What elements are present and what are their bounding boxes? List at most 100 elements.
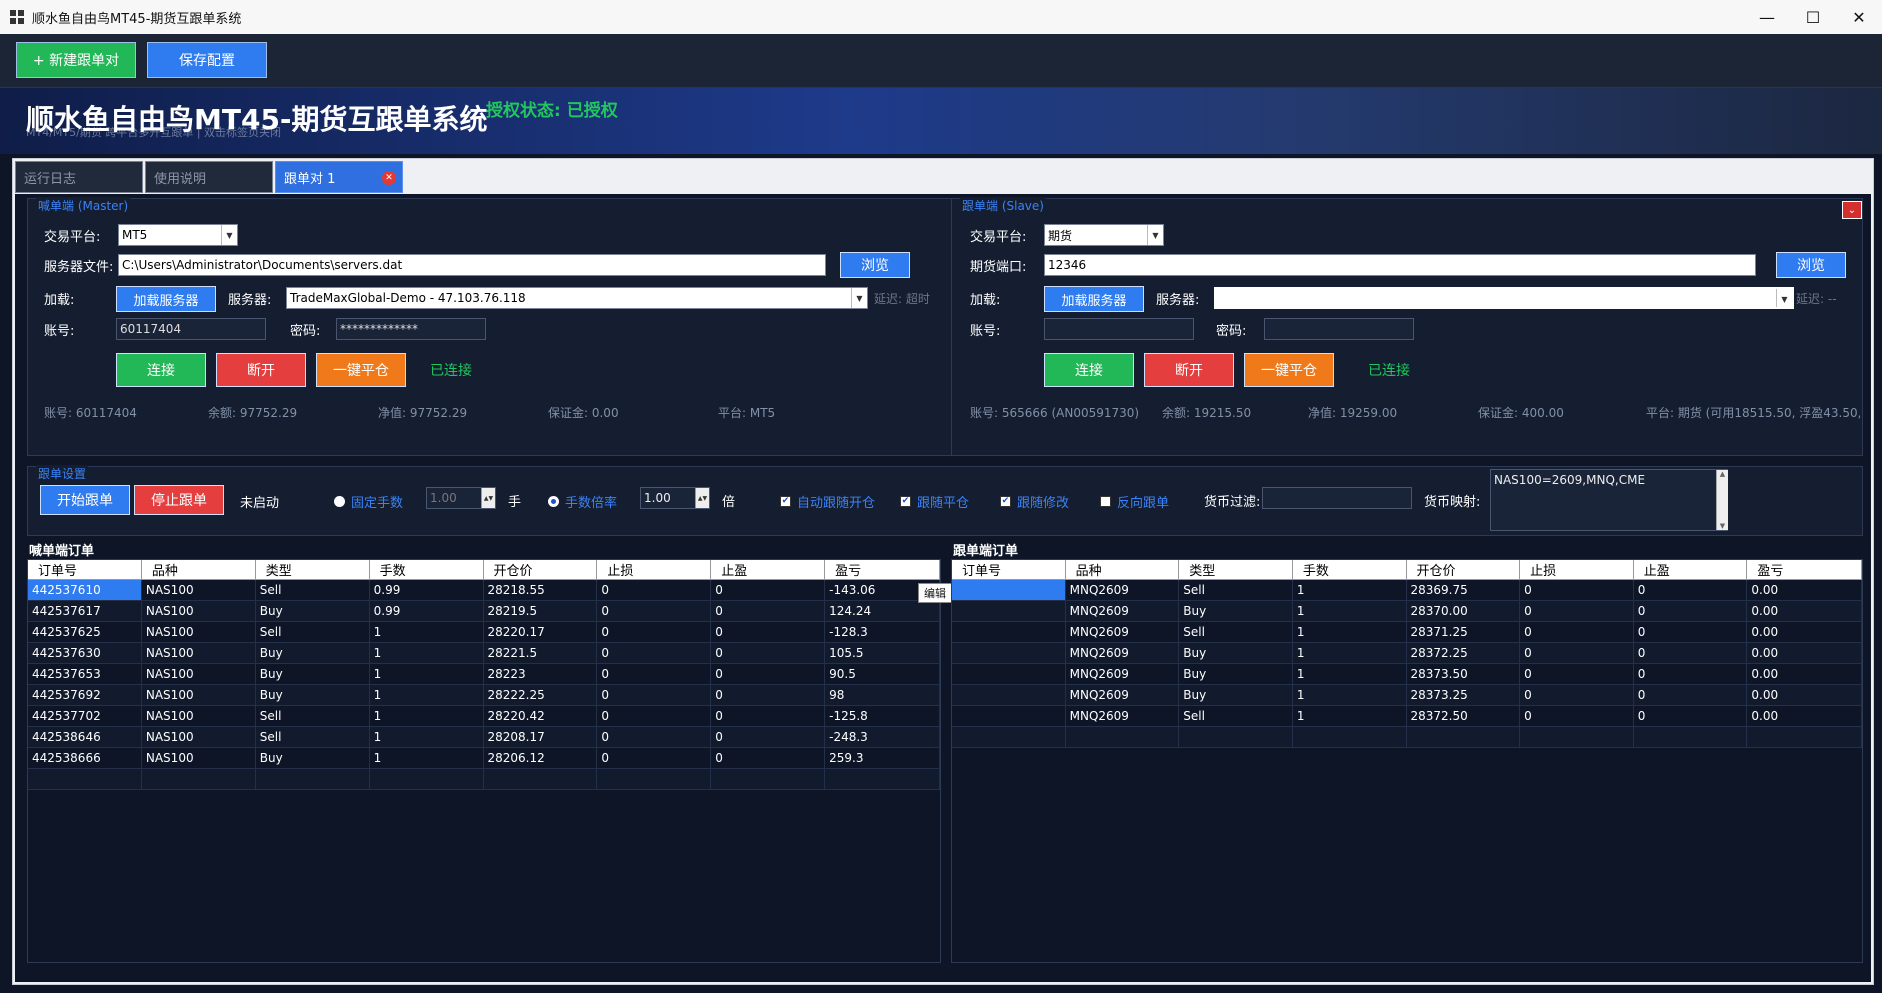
slave-account-input[interactable] <box>1044 318 1194 340</box>
table-cell[interactable] <box>952 601 1066 621</box>
table-cell[interactable]: 0 <box>1520 622 1634 642</box>
table-cell[interactable]: 1 <box>1293 685 1407 705</box>
table-cell[interactable] <box>370 769 484 789</box>
col-lots[interactable]: 手数 <box>1293 560 1407 579</box>
currency-map-textarea[interactable]: NAS100=2609,MNQ,CME <box>1490 469 1728 531</box>
stop-copy-button[interactable]: 停止跟单 <box>134 485 224 515</box>
table-cell[interactable]: Buy <box>256 601 370 621</box>
table-cell[interactable]: MNQ2609 <box>1066 643 1180 663</box>
table-cell[interactable]: 124.24 <box>825 601 940 621</box>
table-cell[interactable]: 1 <box>370 727 484 747</box>
table-cell[interactable] <box>1747 727 1862 747</box>
master-close-all-button[interactable]: 一键平仓 <box>316 353 406 387</box>
table-cell[interactable]: 0 <box>711 580 826 600</box>
table-cell[interactable]: NAS100 <box>142 685 256 705</box>
table-cell[interactable]: 0 <box>597 664 712 684</box>
table-row[interactable]: 442537653 NAS100 Buy 1 28223 0 0 90.5 <box>28 664 940 685</box>
table-cell[interactable]: 0 <box>1634 685 1748 705</box>
table-cell[interactable]: 442537610 <box>28 580 142 600</box>
slave-connect-button[interactable]: 连接 <box>1044 353 1134 387</box>
table-cell[interactable]: Buy <box>1179 664 1293 684</box>
table-row[interactable]: MNQ2609 Buy 1 28370.00 0 0 0.00 <box>952 601 1862 622</box>
multiplier-stepper[interactable]: 1.00 ▲▼ <box>640 487 710 509</box>
table-cell[interactable] <box>711 769 826 789</box>
table-cell[interactable]: 1 <box>370 706 484 726</box>
table-cell[interactable] <box>1179 727 1293 747</box>
master-platform-select[interactable]: MT5 ▼ <box>118 224 238 246</box>
table-cell[interactable]: Sell <box>256 706 370 726</box>
table-row[interactable] <box>28 769 940 790</box>
table-cell[interactable] <box>952 580 1066 600</box>
table-cell[interactable]: 0.00 <box>1747 580 1862 600</box>
table-cell[interactable]: 28369.75 <box>1407 580 1521 600</box>
master-disconnect-button[interactable]: 断开 <box>216 353 306 387</box>
table-cell[interactable] <box>142 769 256 789</box>
table-cell[interactable]: 28219.5 <box>484 601 598 621</box>
col-take-profit[interactable]: 止盈 <box>1634 560 1748 579</box>
table-cell[interactable]: 442538646 <box>28 727 142 747</box>
multiplier-radio[interactable]: 手数倍率 <box>548 492 617 511</box>
table-cell[interactable]: NAS100 <box>142 601 256 621</box>
col-open-price[interactable]: 开仓价 <box>1407 560 1521 579</box>
table-cell[interactable]: Buy <box>1179 643 1293 663</box>
table-cell[interactable]: 0 <box>1634 664 1748 684</box>
table-cell[interactable]: 0 <box>711 643 826 663</box>
table-cell[interactable]: 0.00 <box>1747 601 1862 621</box>
table-cell[interactable]: 0.00 <box>1747 706 1862 726</box>
table-cell[interactable] <box>952 706 1066 726</box>
table-cell[interactable] <box>952 727 1066 747</box>
col-open-price[interactable]: 开仓价 <box>484 560 598 579</box>
table-cell[interactable] <box>952 664 1066 684</box>
table-cell[interactable] <box>1293 727 1407 747</box>
table-row[interactable] <box>952 727 1862 748</box>
table-cell[interactable]: 28218.55 <box>484 580 598 600</box>
slave-load-server-button[interactable]: 加载服务器 <box>1044 286 1144 312</box>
col-type[interactable]: 类型 <box>256 560 370 579</box>
table-cell[interactable]: 0.99 <box>370 580 484 600</box>
table-cell[interactable]: 0 <box>1520 664 1634 684</box>
table-cell[interactable]: 0.00 <box>1747 643 1862 663</box>
table-cell[interactable]: MNQ2609 <box>1066 664 1180 684</box>
table-cell[interactable]: 442537630 <box>28 643 142 663</box>
table-cell[interactable]: 0 <box>711 748 826 768</box>
col-lots[interactable]: 手数 <box>370 560 484 579</box>
table-cell[interactable]: 0 <box>1520 706 1634 726</box>
table-row[interactable]: 442537702 NAS100 Sell 1 28220.42 0 0 -125.8 <box>28 706 940 727</box>
table-cell[interactable]: 28206.12 <box>484 748 598 768</box>
table-row[interactable]: MNQ2609 Buy 1 28372.25 0 0 0.00 <box>952 643 1862 664</box>
table-cell[interactable]: 0 <box>711 685 826 705</box>
table-cell[interactable]: 1 <box>1293 664 1407 684</box>
table-cell[interactable]: 0 <box>597 748 712 768</box>
table-cell[interactable]: 259.3 <box>825 748 940 768</box>
col-order-id[interactable]: 订单号 <box>952 560 1066 579</box>
table-cell[interactable]: 0 <box>597 580 712 600</box>
table-cell[interactable]: 28220.42 <box>484 706 598 726</box>
table-cell[interactable]: MNQ2609 <box>1066 622 1180 642</box>
table-cell[interactable]: 0 <box>597 622 712 642</box>
master-password-input[interactable]: ************* <box>336 318 486 340</box>
master-load-server-button[interactable]: 加载服务器 <box>116 286 216 312</box>
table-cell[interactable]: NAS100 <box>142 580 256 600</box>
col-take-profit[interactable]: 止盈 <box>711 560 826 579</box>
table-cell[interactable]: Sell <box>256 580 370 600</box>
table-cell[interactable] <box>256 769 370 789</box>
table-cell[interactable]: NAS100 <box>142 727 256 747</box>
table-cell[interactable]: -128.3 <box>825 622 940 642</box>
table-cell[interactable]: NAS100 <box>142 664 256 684</box>
slave-disconnect-button[interactable]: 断开 <box>1144 353 1234 387</box>
table-cell[interactable]: Buy <box>1179 601 1293 621</box>
table-cell[interactable]: 1 <box>370 643 484 663</box>
table-cell[interactable]: 442537617 <box>28 601 142 621</box>
start-copy-button[interactable]: 开始跟单 <box>40 485 130 515</box>
col-profit[interactable]: 盈亏 <box>1747 560 1862 579</box>
table-row[interactable]: 442538646 NAS100 Sell 1 28208.17 0 0 -248.3 <box>28 727 940 748</box>
minimize-button[interactable]: — <box>1744 0 1790 34</box>
table-cell[interactable] <box>1520 727 1634 747</box>
table-row[interactable]: 442538666 NAS100 Buy 1 28206.12 0 0 259.3 <box>28 748 940 769</box>
close-tab-icon[interactable]: ✕ <box>382 171 396 185</box>
master-server-select[interactable]: TradeMaxGlobal-Demo - 47.103.76.118 ▼ <box>286 287 868 309</box>
table-cell[interactable]: 28372.50 <box>1407 706 1521 726</box>
table-cell[interactable]: 28223 <box>484 664 598 684</box>
tab-instructions[interactable]: 使用说明 <box>145 161 273 193</box>
col-stop-loss[interactable]: 止损 <box>597 560 712 579</box>
